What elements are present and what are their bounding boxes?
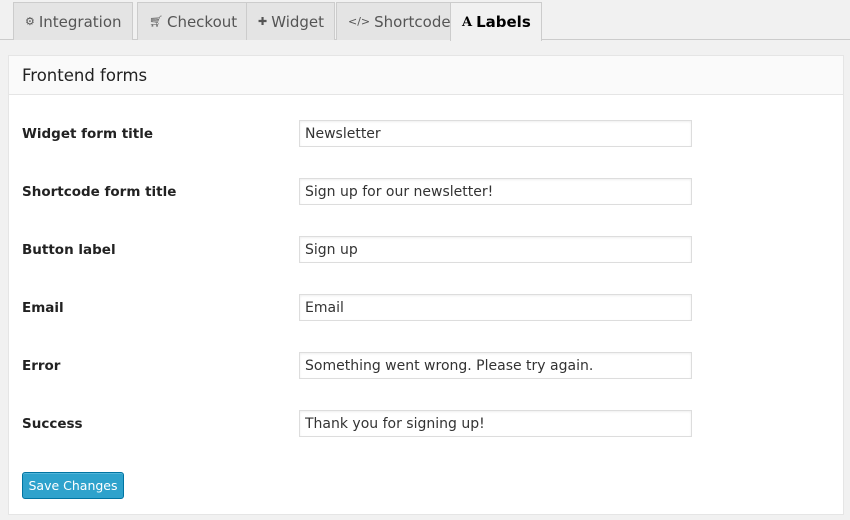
- tab-widget[interactable]: ✚ Widget: [246, 2, 336, 40]
- tab-integration-label: Integration: [38, 12, 122, 31]
- shortcode-form-title-label: Shortcode form title: [22, 184, 177, 200]
- error-input[interactable]: [299, 352, 692, 379]
- tab-shortcode[interactable]: </> Shortcode: [336, 2, 462, 40]
- error-label: Error: [22, 358, 61, 374]
- tab-checkout-label: Checkout: [166, 12, 238, 31]
- field-row-success: Success: [22, 410, 822, 442]
- gears-icon: ⚙: [25, 15, 35, 28]
- widget-form-title-input[interactable]: [299, 120, 692, 147]
- tab-widget-label: Widget: [271, 12, 325, 31]
- field-row-widget-form-title: Widget form title: [22, 120, 822, 152]
- tab-checkout[interactable]: 🛒︎ Checkout: [137, 2, 249, 40]
- puzzle-icon: ✚: [258, 15, 268, 28]
- button-label-label: Button label: [22, 242, 116, 258]
- success-input[interactable]: [299, 410, 692, 437]
- email-label: Email: [22, 300, 64, 316]
- tab-shortcode-label: Shortcode: [374, 12, 451, 31]
- cart-icon: 🛒︎: [149, 15, 163, 28]
- widget-form-title-label: Widget form title: [22, 126, 154, 142]
- tab-integration[interactable]: ⚙ Integration: [13, 2, 133, 40]
- panel-title: Frontend forms: [9, 56, 843, 95]
- tab-labels[interactable]: A Labels: [450, 2, 542, 41]
- frontend-forms-panel: Frontend forms Widget form title Shortco…: [8, 55, 844, 515]
- font-icon: A: [462, 14, 473, 30]
- shortcode-form-title-input[interactable]: [299, 178, 692, 205]
- tab-labels-label: Labels: [476, 13, 531, 31]
- settings-tabs: ⚙ Integration 🛒︎ Checkout ✚ Widget </> S…: [0, 0, 850, 41]
- field-row-email: Email: [22, 294, 822, 326]
- code-icon: </>: [348, 15, 371, 28]
- field-row-shortcode-form-title: Shortcode form title: [22, 178, 822, 210]
- save-changes-button[interactable]: Save Changes: [22, 472, 124, 499]
- field-row-button-label: Button label: [22, 236, 822, 268]
- email-input[interactable]: [299, 294, 692, 321]
- button-label-input[interactable]: [299, 236, 692, 263]
- field-row-error: Error: [22, 352, 822, 384]
- success-label: Success: [22, 416, 83, 432]
